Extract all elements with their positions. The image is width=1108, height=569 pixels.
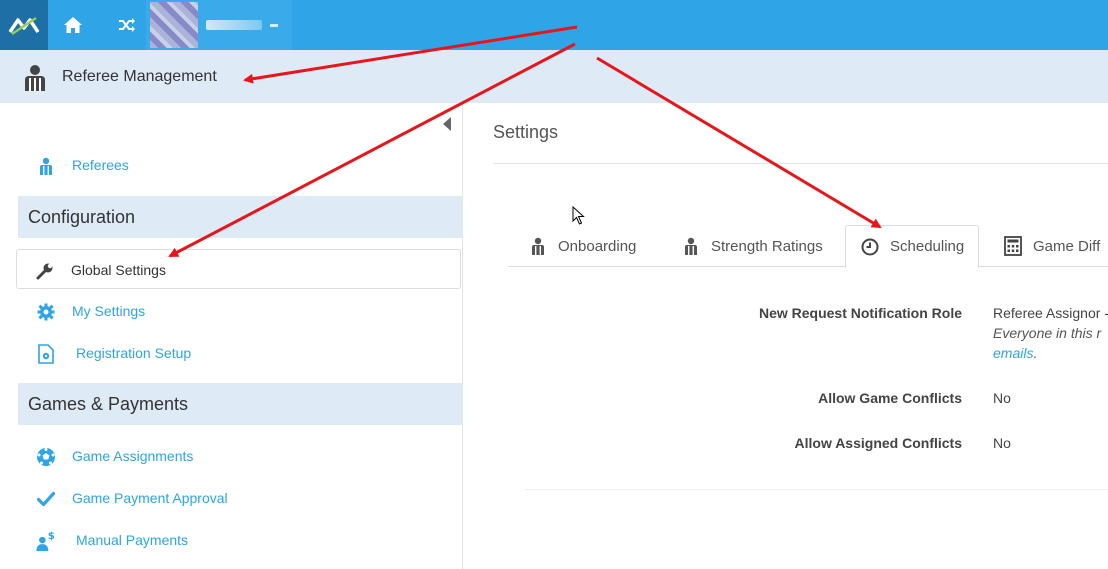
sidebar-section-games-payments: Games & Payments	[18, 383, 463, 425]
field-value-allow-assigned-conflicts: No	[993, 435, 1011, 451]
tab-game-difficulty[interactable]: Game Diff	[1003, 225, 1100, 267]
tab-onboarding[interactable]: Onboarding	[528, 225, 636, 267]
sidebar-item-label: Registration Setup	[76, 345, 192, 361]
page-title: Settings	[493, 122, 559, 142]
field-label-allow-game-conflicts: Allow Game Conflicts	[818, 390, 962, 406]
sidebar-item-referees[interactable]: Referees	[18, 145, 463, 185]
soccer-ball-icon	[36, 447, 56, 467]
referee-icon	[528, 236, 548, 256]
wrench-icon	[35, 261, 55, 281]
shuffle-icon[interactable]	[104, 0, 150, 50]
clock-icon	[860, 237, 880, 257]
calculator-icon	[1003, 236, 1023, 256]
sidebar-item-registration-setup[interactable]: Registration Setup	[18, 333, 463, 373]
sidebar-item-label: Manual Payments	[76, 532, 189, 548]
sidebar-item-label: Game Assignments	[72, 448, 194, 464]
sidebar-item-my-settings[interactable]: My Settings	[18, 291, 463, 331]
sidebar-item-label: Referees	[72, 157, 129, 173]
sidebar-item-label: Game Payment Approval	[72, 490, 228, 506]
content-divider	[525, 489, 1108, 490]
organization-avatar	[150, 2, 198, 48]
gear-icon	[36, 302, 56, 322]
sidebar-item-global-settings[interactable]: Global Settings	[16, 249, 461, 289]
user-dollar-icon: $	[36, 531, 56, 551]
sidebar-section-configuration: Configuration	[18, 196, 463, 238]
document-gear-icon	[36, 344, 56, 364]
sidebar-item-game-payment-approval[interactable]: Game Payment Approval	[18, 478, 463, 518]
field-value-notification-role: Referee Assignor -	[993, 305, 1108, 321]
tab-scheduling[interactable]: Scheduling	[845, 225, 980, 268]
tab-strength-ratings[interactable]: Strength Ratings	[681, 225, 823, 267]
chevron-down-icon	[270, 23, 278, 27]
tab-label: Game Diff	[1033, 237, 1101, 255]
field-label-notification-role: New Request Notification Role	[758, 305, 962, 321]
referee-icon	[681, 236, 701, 256]
tab-label: Strength Ratings	[711, 237, 823, 255]
referee-icon	[20, 63, 50, 93]
field-label-allow-assigned-conflicts: Allow Assigned Conflicts	[794, 435, 963, 451]
field-note-link-row: emails.	[993, 345, 1038, 361]
top-bar	[0, 0, 1108, 50]
organization-switcher[interactable]	[146, 0, 292, 50]
referee-icon	[36, 156, 56, 176]
home-icon[interactable]	[50, 0, 96, 50]
field-note-notification-role: Everyone in this r	[993, 325, 1102, 341]
tab-label: Scheduling	[890, 238, 965, 255]
collapse-sidebar-icon[interactable]	[443, 117, 451, 131]
checkmark-icon	[36, 489, 56, 509]
organization-name-blurred	[206, 20, 262, 30]
module-title: Referee Management	[62, 68, 217, 85]
tab-label: Onboarding	[558, 237, 637, 255]
app-logo[interactable]	[0, 0, 48, 50]
sidebar-item-game-assignments[interactable]: Game Assignments	[18, 436, 463, 476]
module-header: Referee Management	[0, 50, 1108, 103]
emails-link[interactable]: emails	[993, 345, 1033, 361]
sidebar-item-label: My Settings	[72, 303, 146, 319]
sidebar-item-manual-payments[interactable]: $ Manual Payments	[18, 520, 463, 560]
sidebar-item-label: Global Settings	[71, 262, 166, 278]
title-divider	[493, 163, 1108, 164]
field-value-allow-game-conflicts: No	[993, 390, 1011, 406]
svg-text:$: $	[48, 531, 55, 542]
